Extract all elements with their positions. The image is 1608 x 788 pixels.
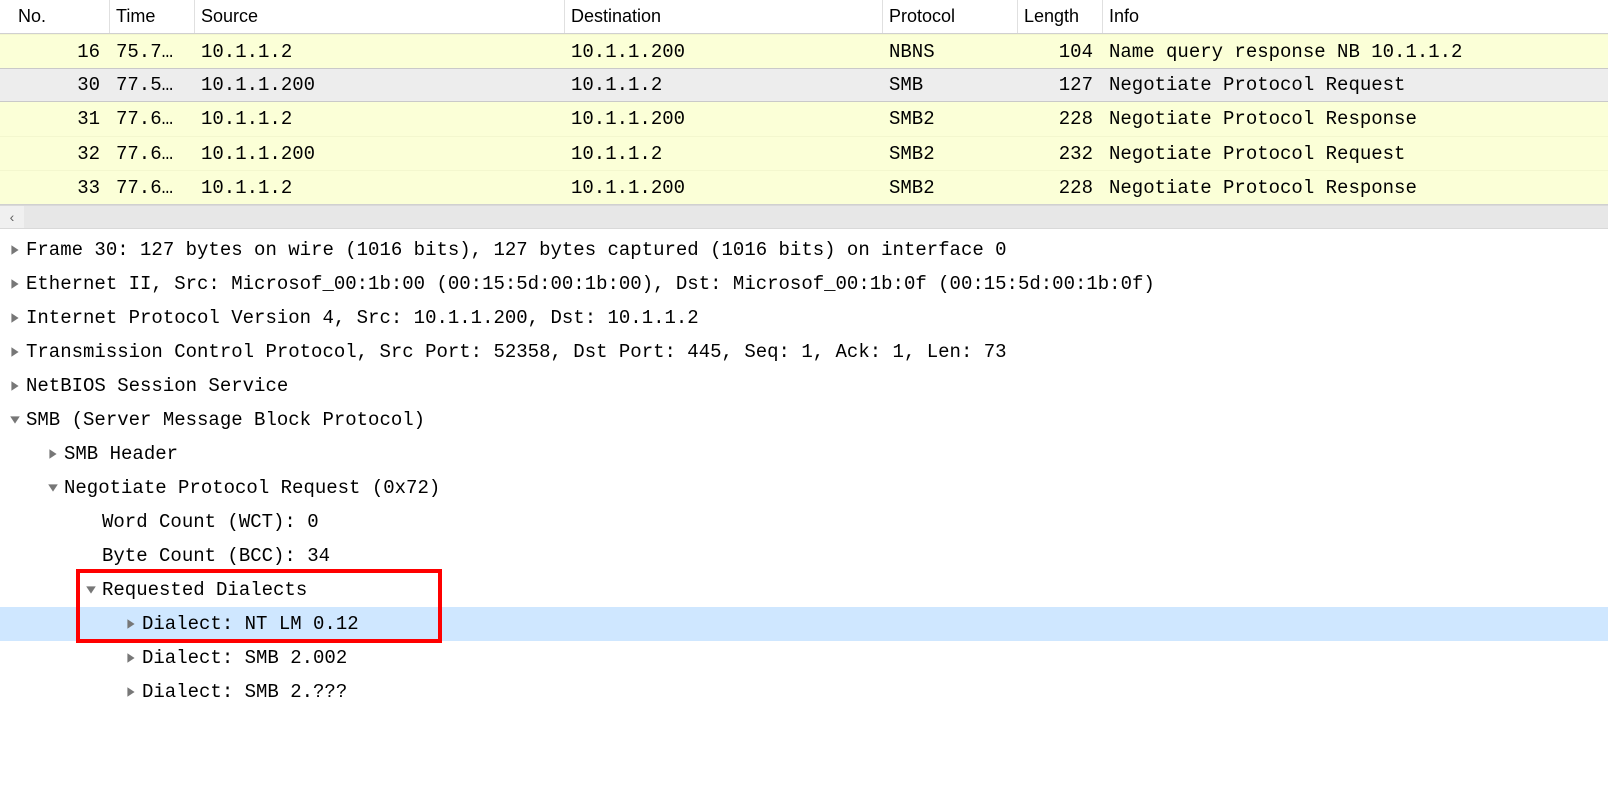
packet-row[interactable]: 3277.6…10.1.1.20010.1.1.2SMB2232Negotiat… bbox=[0, 136, 1608, 170]
tree-label: Requested Dialects bbox=[102, 573, 307, 607]
packet-rows: 1675.7…10.1.1.210.1.1.200NBNS104Name que… bbox=[0, 34, 1608, 204]
cell-no: 30 bbox=[0, 74, 110, 96]
caret-right-icon[interactable] bbox=[4, 380, 26, 392]
cell-destination: 10.1.1.200 bbox=[565, 41, 883, 63]
caret-right-icon[interactable] bbox=[4, 312, 26, 324]
cell-info: Negotiate Protocol Response bbox=[1103, 108, 1608, 130]
tree-row[interactable]: SMB (Server Message Block Protocol) bbox=[0, 403, 1608, 437]
cell-destination: 10.1.1.200 bbox=[565, 108, 883, 130]
caret-right-icon[interactable] bbox=[120, 686, 142, 698]
cell-length: 127 bbox=[1018, 74, 1103, 96]
cell-length: 104 bbox=[1018, 41, 1103, 63]
packet-row[interactable]: 3377.6…10.1.1.210.1.1.200SMB2228Negotiat… bbox=[0, 170, 1608, 204]
cell-no: 31 bbox=[0, 108, 110, 130]
cell-destination: 10.1.1.2 bbox=[565, 74, 883, 96]
colhdr-no[interactable]: No. bbox=[0, 0, 110, 33]
caret-right-icon[interactable] bbox=[120, 618, 142, 630]
cell-time: 77.6… bbox=[110, 143, 195, 165]
packet-list-header: No. Time Source Destination Protocol Len… bbox=[0, 0, 1608, 34]
cell-time: 75.7… bbox=[110, 41, 195, 63]
cell-protocol: SMB bbox=[883, 74, 1018, 96]
cell-destination: 10.1.1.2 bbox=[565, 143, 883, 165]
packet-row[interactable]: 3077.5…10.1.1.20010.1.1.2SMB127Negotiate… bbox=[0, 68, 1608, 102]
cell-source: 10.1.1.2 bbox=[195, 177, 565, 199]
caret-down-icon[interactable] bbox=[42, 482, 64, 494]
tree-label: Dialect: NT LM 0.12 bbox=[142, 607, 359, 641]
packet-list-hscrollbar[interactable]: ‹ bbox=[0, 205, 1608, 229]
tree-label: Ethernet II, Src: Microsof_00:1b:00 (00:… bbox=[26, 267, 1155, 301]
cell-info: Negotiate Protocol Response bbox=[1103, 177, 1608, 199]
tree-label: Transmission Control Protocol, Src Port:… bbox=[26, 335, 1007, 369]
cell-info: Negotiate Protocol Request bbox=[1103, 143, 1608, 165]
packet-row[interactable]: 3177.6…10.1.1.210.1.1.200SMB2228Negotiat… bbox=[0, 102, 1608, 136]
tree-label: Dialect: SMB 2.??? bbox=[142, 675, 347, 709]
tree-row[interactable]: Ethernet II, Src: Microsof_00:1b:00 (00:… bbox=[0, 267, 1608, 301]
tree-label: Dialect: SMB 2.002 bbox=[142, 641, 347, 675]
tree-row[interactable]: Transmission Control Protocol, Src Port:… bbox=[0, 335, 1608, 369]
cell-source: 10.1.1.2 bbox=[195, 41, 565, 63]
colhdr-time[interactable]: Time bbox=[110, 0, 195, 33]
tree-row[interactable]: Dialect: SMB 2.002 bbox=[0, 641, 1608, 675]
cell-protocol: NBNS bbox=[883, 41, 1018, 63]
caret-right-icon[interactable] bbox=[4, 278, 26, 290]
cell-time: 77.5… bbox=[110, 74, 195, 96]
caret-down-icon[interactable] bbox=[4, 414, 26, 426]
tree-row[interactable]: Dialect: NT LM 0.12 bbox=[0, 607, 1608, 641]
colhdr-destination[interactable]: Destination bbox=[565, 0, 883, 33]
cell-info: Name query response NB 10.1.1.2 bbox=[1103, 41, 1608, 63]
cell-no: 16 bbox=[0, 41, 110, 63]
scroll-left-icon[interactable]: ‹ bbox=[0, 205, 24, 229]
cell-protocol: SMB2 bbox=[883, 108, 1018, 130]
cell-protocol: SMB2 bbox=[883, 177, 1018, 199]
tree-label: NetBIOS Session Service bbox=[26, 369, 288, 403]
packet-details-panel: Frame 30: 127 bytes on wire (1016 bits),… bbox=[0, 229, 1608, 713]
cell-length: 228 bbox=[1018, 108, 1103, 130]
colhdr-info[interactable]: Info bbox=[1103, 0, 1608, 33]
packet-row[interactable]: 1675.7…10.1.1.210.1.1.200NBNS104Name que… bbox=[0, 34, 1608, 68]
tree-label: Frame 30: 127 bytes on wire (1016 bits),… bbox=[26, 233, 1007, 267]
cell-protocol: SMB2 bbox=[883, 143, 1018, 165]
scroll-track[interactable] bbox=[24, 206, 1608, 228]
packet-list: No. Time Source Destination Protocol Len… bbox=[0, 0, 1608, 205]
cell-destination: 10.1.1.200 bbox=[565, 177, 883, 199]
caret-right-icon[interactable] bbox=[120, 652, 142, 664]
tree-row[interactable]: Internet Protocol Version 4, Src: 10.1.1… bbox=[0, 301, 1608, 335]
tree-row[interactable]: Dialect: SMB 2.??? bbox=[0, 675, 1608, 709]
caret-right-icon[interactable] bbox=[4, 346, 26, 358]
tree-label: Negotiate Protocol Request (0x72) bbox=[64, 471, 440, 505]
colhdr-source[interactable]: Source bbox=[195, 0, 565, 33]
packet-details-tree: Frame 30: 127 bytes on wire (1016 bits),… bbox=[0, 229, 1608, 713]
tree-row[interactable]: Negotiate Protocol Request (0x72) bbox=[0, 471, 1608, 505]
tree-row[interactable]: Frame 30: 127 bytes on wire (1016 bits),… bbox=[0, 233, 1608, 267]
colhdr-length[interactable]: Length bbox=[1018, 0, 1103, 33]
tree-row[interactable]: Requested Dialects bbox=[0, 573, 1608, 607]
colhdr-protocol[interactable]: Protocol bbox=[883, 0, 1018, 33]
cell-source: 10.1.1.200 bbox=[195, 143, 565, 165]
tree-label: Byte Count (BCC): 34 bbox=[102, 539, 330, 573]
cell-info: Negotiate Protocol Request bbox=[1103, 74, 1608, 96]
tree-row[interactable]: NetBIOS Session Service bbox=[0, 369, 1608, 403]
cell-source: 10.1.1.200 bbox=[195, 74, 565, 96]
caret-down-icon[interactable] bbox=[80, 584, 102, 596]
tree-label: SMB Header bbox=[64, 437, 178, 471]
cell-source: 10.1.1.2 bbox=[195, 108, 565, 130]
cell-time: 77.6… bbox=[110, 177, 195, 199]
tree-row[interactable]: SMB Header bbox=[0, 437, 1608, 471]
cell-no: 32 bbox=[0, 143, 110, 165]
tree-label: Internet Protocol Version 4, Src: 10.1.1… bbox=[26, 301, 699, 335]
tree-label: SMB (Server Message Block Protocol) bbox=[26, 403, 425, 437]
tree-row[interactable]: Byte Count (BCC): 34 bbox=[0, 539, 1608, 573]
cell-length: 228 bbox=[1018, 177, 1103, 199]
cell-time: 77.6… bbox=[110, 108, 195, 130]
caret-right-icon[interactable] bbox=[4, 244, 26, 256]
tree-label: Word Count (WCT): 0 bbox=[102, 505, 319, 539]
caret-right-icon[interactable] bbox=[42, 448, 64, 460]
cell-no: 33 bbox=[0, 177, 110, 199]
tree-row[interactable]: Word Count (WCT): 0 bbox=[0, 505, 1608, 539]
cell-length: 232 bbox=[1018, 143, 1103, 165]
